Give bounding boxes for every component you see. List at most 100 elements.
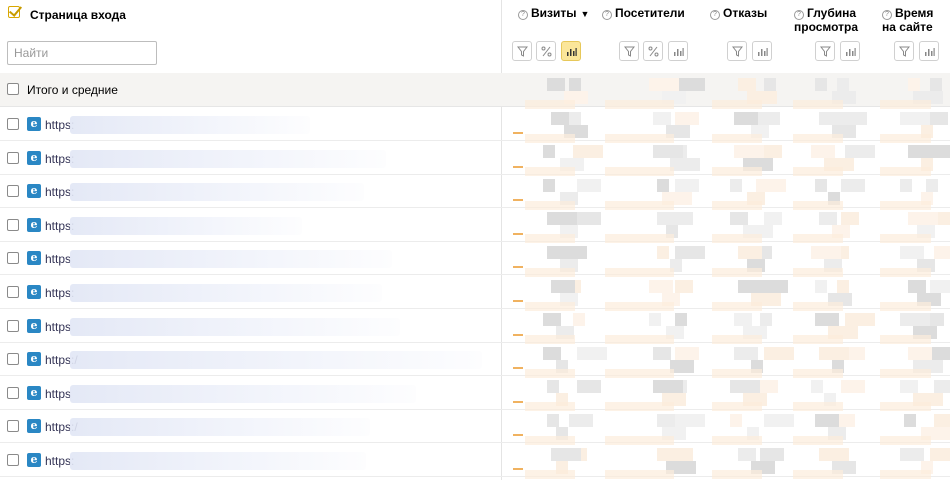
filter-icon <box>819 46 831 57</box>
column-header-time[interactable]: ? Время на сайте <box>882 6 948 34</box>
obscured-metric-value <box>841 380 865 394</box>
obscured-metric-bar <box>712 335 762 345</box>
obscured-metric-bar <box>605 301 674 311</box>
obscured-metric-bar <box>525 436 575 445</box>
site-favicon-icon: e <box>27 285 41 299</box>
table-header-left: Страница входа <box>0 0 502 73</box>
column-header-depth[interactable]: ? Глубина просмотра <box>794 6 874 34</box>
help-icon[interactable]: ? <box>794 10 804 20</box>
filter-button[interactable] <box>894 41 914 61</box>
obscured-metric-value <box>764 212 782 226</box>
obscured-metric-value <box>657 212 681 226</box>
site-favicon-icon: e <box>27 117 41 131</box>
obscured-metric-bar <box>793 301 843 311</box>
help-icon[interactable]: ? <box>518 10 528 20</box>
entry-page-url[interactable]: https <box>45 387 71 401</box>
entry-page-url[interactable]: https <box>45 252 71 266</box>
filter-button[interactable] <box>815 41 835 61</box>
obscured-metric-value <box>930 78 942 91</box>
percent-button[interactable] <box>643 41 663 61</box>
obscured-metric-value <box>738 246 762 259</box>
chart-icon <box>757 46 768 57</box>
row-checkbox[interactable] <box>7 218 19 231</box>
filter-button[interactable] <box>512 41 532 61</box>
obscured-metric-value <box>577 380 601 394</box>
obscured-metric-bar <box>712 234 762 244</box>
obscured-metric-value <box>649 279 673 293</box>
obscured-metric-bar <box>605 133 674 143</box>
help-icon[interactable]: ? <box>602 10 612 20</box>
obscured-metric-value <box>675 313 687 327</box>
column-title-entry-page: Страница входа <box>30 8 126 22</box>
obscured-metric-value <box>904 414 916 427</box>
obscured-metric-value <box>730 414 742 427</box>
obscured-metric-bar <box>605 402 674 412</box>
filter-button[interactable] <box>619 41 639 61</box>
chart-button[interactable] <box>668 41 688 61</box>
obscured-metric-bar <box>880 402 931 412</box>
row-checkbox[interactable] <box>7 252 19 265</box>
totals-checkbox[interactable] <box>7 83 19 95</box>
obscured-metric-value <box>900 380 918 394</box>
obscured-metric-bar <box>880 234 931 244</box>
sort-desc-icon[interactable]: ▼ <box>581 9 590 19</box>
obscured-metric-value <box>551 111 569 125</box>
filter-icon <box>623 46 635 57</box>
row-checkbox[interactable] <box>7 353 19 366</box>
visits-bar-mark <box>513 132 523 134</box>
obscured-metric-value <box>543 346 561 360</box>
obscured-metric-value <box>657 447 687 461</box>
obscured-metric-value <box>934 414 950 427</box>
obscured-metric-value <box>547 78 565 91</box>
redacted-url <box>70 116 310 134</box>
row-checkbox[interactable] <box>7 386 19 399</box>
row-checkbox[interactable] <box>7 319 19 332</box>
redacted-url <box>70 351 482 370</box>
filter-button[interactable] <box>727 41 747 61</box>
obscured-metric-value <box>900 246 924 259</box>
chart-button[interactable] <box>752 41 772 61</box>
obscured-metric-value <box>675 178 699 192</box>
column-header-bounces[interactable]: ? Отказы <box>710 6 767 20</box>
obscured-metric-bar <box>793 234 843 244</box>
percent-button[interactable] <box>536 41 556 61</box>
row-checkbox[interactable] <box>7 454 19 466</box>
row-checkbox[interactable] <box>7 118 19 130</box>
row-checkbox[interactable] <box>7 286 19 298</box>
obscured-metric-value <box>908 78 920 91</box>
obscured-metric-value <box>934 246 950 259</box>
obscured-metric-value <box>551 279 575 293</box>
chart-button[interactable] <box>840 41 860 61</box>
help-icon[interactable]: ? <box>882 10 892 20</box>
row-checkbox[interactable] <box>7 185 19 198</box>
obscured-metric-bar <box>880 133 931 143</box>
select-all-checkbox[interactable] <box>8 6 20 18</box>
column-header-visitors[interactable]: ? Посетители <box>602 6 685 20</box>
obscured-metric-bar <box>793 402 843 412</box>
obscured-metric-value <box>730 380 760 394</box>
chart-icon <box>845 46 856 57</box>
site-favicon-icon: e <box>27 419 41 434</box>
row-checkbox[interactable] <box>7 151 19 164</box>
obscured-metric-value <box>845 313 875 327</box>
row-checkbox[interactable] <box>7 420 19 433</box>
obscured-metric-bar <box>525 301 575 311</box>
obscured-metric-bar <box>880 368 931 378</box>
obscured-metric-bar <box>793 133 843 143</box>
obscured-metric-bar <box>525 234 575 244</box>
column-header-visits[interactable]: ? Визиты ▼ <box>518 6 589 21</box>
obscured-metric-value <box>543 178 555 192</box>
search-input[interactable] <box>7 41 157 65</box>
help-icon[interactable]: ? <box>710 10 720 20</box>
obscured-metric-value <box>675 346 699 360</box>
chart-button[interactable] <box>919 41 939 61</box>
site-favicon-icon: e <box>27 385 41 400</box>
site-favicon-icon: e <box>27 453 41 467</box>
entry-page-url[interactable]: https <box>45 320 71 334</box>
redacted-url <box>70 216 302 235</box>
obscured-metric-bar <box>712 436 762 445</box>
obscured-metric-value <box>577 178 601 192</box>
obscured-metric-bar <box>525 100 575 109</box>
chart-button[interactable] <box>561 41 581 61</box>
obscured-metric-value <box>908 212 938 226</box>
